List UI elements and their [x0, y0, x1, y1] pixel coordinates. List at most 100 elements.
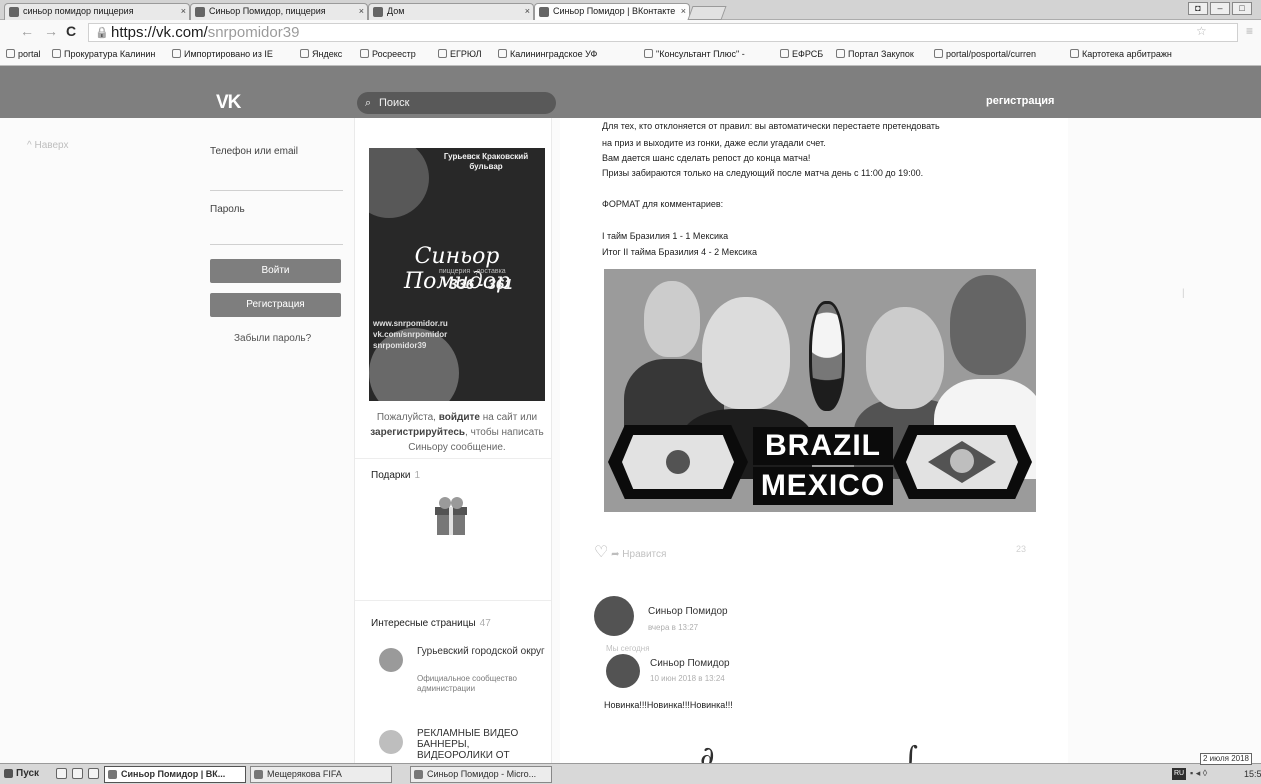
- browser-tab-home[interactable]: Дом ×: [368, 3, 534, 20]
- bookmark-item[interactable]: Калининградское УФ: [498, 49, 597, 59]
- bookmark-item[interactable]: ЕФРСБ: [780, 49, 823, 59]
- close-icon[interactable]: ×: [681, 4, 686, 19]
- folder-icon: [172, 49, 181, 58]
- close-icon[interactable]: ×: [525, 4, 530, 19]
- bookmark-icon: [52, 49, 61, 58]
- vk-header: VK ⌕ Поиск регистрация: [0, 66, 1261, 118]
- page-name[interactable]: Гурьевский городской округ: [417, 646, 547, 657]
- comment-time[interactable]: 10 июн 2018 в 13:24: [650, 674, 725, 683]
- taskbar-task[interactable]: Синьор Помидор | ВК...: [104, 766, 246, 783]
- taskbar-task[interactable]: Мещерякова FIFA: [250, 766, 392, 783]
- password-label: Пароль: [210, 204, 245, 215]
- explorer-icon[interactable]: [56, 768, 67, 779]
- browser-icon[interactable]: [88, 768, 99, 779]
- tray-icons[interactable]: ▪ ◂ ◊: [1190, 768, 1207, 779]
- vk-icon: [195, 7, 205, 17]
- player-figure: [702, 297, 790, 409]
- browser-tab-pizzeria[interactable]: Синьор Помидор, пиццерия ×: [190, 3, 368, 20]
- bookmark-icon: [644, 49, 653, 58]
- comment-avatar[interactable]: [594, 596, 634, 636]
- login-button[interactable]: Войти: [210, 259, 341, 283]
- bookmark-icon: [836, 49, 845, 58]
- bookmark-item[interactable]: Импортировано из IE: [172, 49, 273, 59]
- post-text-line: I тайм Бразилия 1 - 1 Мексика: [602, 231, 729, 241]
- password-field[interactable]: [210, 244, 343, 245]
- bookmark-icon: [360, 49, 369, 58]
- bookmark-item[interactable]: Росреестр: [360, 49, 416, 59]
- page-icon: [780, 49, 789, 58]
- clock[interactable]: 15:54: [1244, 769, 1261, 779]
- bookmark-item[interactable]: Прокуратура Калинин: [52, 49, 155, 59]
- desktop-icon[interactable]: [72, 768, 83, 779]
- post-text-line: Вам дается шанс сделать репост до конца …: [602, 153, 811, 163]
- reload-icon[interactable]: C: [66, 23, 76, 39]
- comment-avatar[interactable]: [606, 654, 640, 688]
- close-icon[interactable]: ×: [359, 4, 364, 19]
- language-indicator[interactable]: RU: [1172, 768, 1186, 780]
- register-link[interactable]: зарегистрируйтесь: [370, 427, 465, 438]
- vk-logo[interactable]: VK: [216, 92, 241, 114]
- menu-icon[interactable]: ≡: [1246, 24, 1253, 38]
- image-caption-mexico: MEXICO: [753, 467, 893, 505]
- bookmark-icon: [438, 49, 447, 58]
- bookmark-item[interactable]: Картотека арбитражн: [1070, 49, 1172, 59]
- community-sidebar: Гурьевск Краковский бульвар Синьор Помид…: [354, 118, 552, 763]
- browser-tab-strip: синьор помидор пиццерия × Синьор Помидор…: [0, 0, 1261, 20]
- search-input[interactable]: ⌕ Поиск: [357, 92, 556, 114]
- browser-tab-search[interactable]: синьор помидор пиццерия ×: [4, 3, 190, 20]
- new-tab-button[interactable]: [687, 6, 727, 20]
- reply-text: Мы сегодня: [606, 644, 650, 653]
- community-avatar[interactable]: Гурьевск Краковский бульвар Синьор Помид…: [369, 148, 545, 401]
- to-top-link[interactable]: ^ Наверх: [27, 140, 68, 151]
- windows-taskbar: Пуск Синьор Помидор | ВК... Мещерякова F…: [0, 753, 1261, 784]
- back-icon[interactable]: ←: [20, 23, 34, 39]
- page-avatar[interactable]: [379, 648, 403, 672]
- star-icon[interactable]: ☆: [1196, 24, 1207, 38]
- taskbar-task[interactable]: Синьор Помидор - Micro...: [410, 766, 552, 783]
- forgot-password-link[interactable]: Забыли пароль?: [234, 333, 311, 344]
- gifts-title[interactable]: Подарки 1: [371, 470, 420, 481]
- comment-time[interactable]: вчера в 13:27: [648, 623, 698, 632]
- post-image[interactable]: BRAZIL MEXICO: [604, 269, 1036, 512]
- comment-author[interactable]: Синьор Помидор: [648, 606, 728, 617]
- maximize-button[interactable]: □: [1232, 2, 1252, 15]
- start-button[interactable]: Пуск: [2, 766, 39, 782]
- page-avatar[interactable]: [379, 730, 403, 754]
- minimize-button[interactable]: –: [1210, 2, 1230, 15]
- post-text-line: ФОРМАТ для комментариев:: [602, 199, 724, 209]
- flag-field: [906, 435, 1018, 489]
- share-icon[interactable]: ➦: [611, 549, 619, 560]
- bookmark-item[interactable]: Яндекс: [300, 49, 342, 59]
- yandex-icon: [9, 7, 19, 17]
- gift-icon[interactable]: [429, 495, 473, 539]
- bookmark-item[interactable]: "Консультант Плюс" -: [644, 49, 745, 59]
- bookmark-item[interactable]: ЕГРЮЛ: [438, 49, 481, 59]
- bookmark-item[interactable]: portal/posportal/curren: [934, 49, 1036, 59]
- pages-title[interactable]: Интересные страницы 47: [371, 618, 491, 629]
- address-bar: ← → C 🔒 https://vk.com/snrpomidor39 ☆ ≡: [0, 20, 1261, 45]
- divider: [355, 600, 551, 601]
- player-figure: [950, 275, 1026, 375]
- register-link[interactable]: регистрация: [986, 95, 1054, 107]
- forward-icon[interactable]: →: [44, 23, 58, 39]
- register-button[interactable]: Регистрация: [210, 293, 341, 317]
- user-icon[interactable]: ◘: [1188, 2, 1208, 15]
- player-figure: [644, 281, 700, 357]
- bookmark-item[interactable]: Портал Закупок: [836, 49, 914, 59]
- comment-text: Новинка!!!Новинка!!!Новинка!!!: [604, 700, 733, 710]
- browser-tab-vk-active[interactable]: Синьор Помидор | ВКонтакте ×: [534, 3, 690, 20]
- avatar-tagline: пиццерия · доставка: [439, 268, 506, 275]
- post-text-line: на приз и выходите из гонки, даже если у…: [602, 138, 826, 148]
- image-caption-brazil: BRAZIL: [753, 427, 893, 465]
- close-icon[interactable]: ×: [181, 4, 186, 19]
- phone-field[interactable]: [210, 190, 343, 191]
- comment-author[interactable]: Синьор Помидор: [650, 658, 730, 669]
- page-name[interactable]: РЕКЛАМНЫЕ ВИДЕО БАННЕРЫ, ВИДЕОРОЛИКИ ОТ: [417, 728, 547, 761]
- like-icon[interactable]: ♡: [594, 544, 608, 561]
- post-text-line: Для тех, кто отклоняется от правил: вы а…: [602, 121, 940, 131]
- login-link[interactable]: войдите: [439, 412, 480, 423]
- url-input[interactable]: 🔒 https://vk.com/snrpomidor39: [88, 23, 1238, 42]
- bookmark-item[interactable]: portal: [6, 49, 41, 59]
- like-label[interactable]: Нравится: [622, 549, 666, 560]
- scroll-marker[interactable]: |: [1182, 288, 1185, 299]
